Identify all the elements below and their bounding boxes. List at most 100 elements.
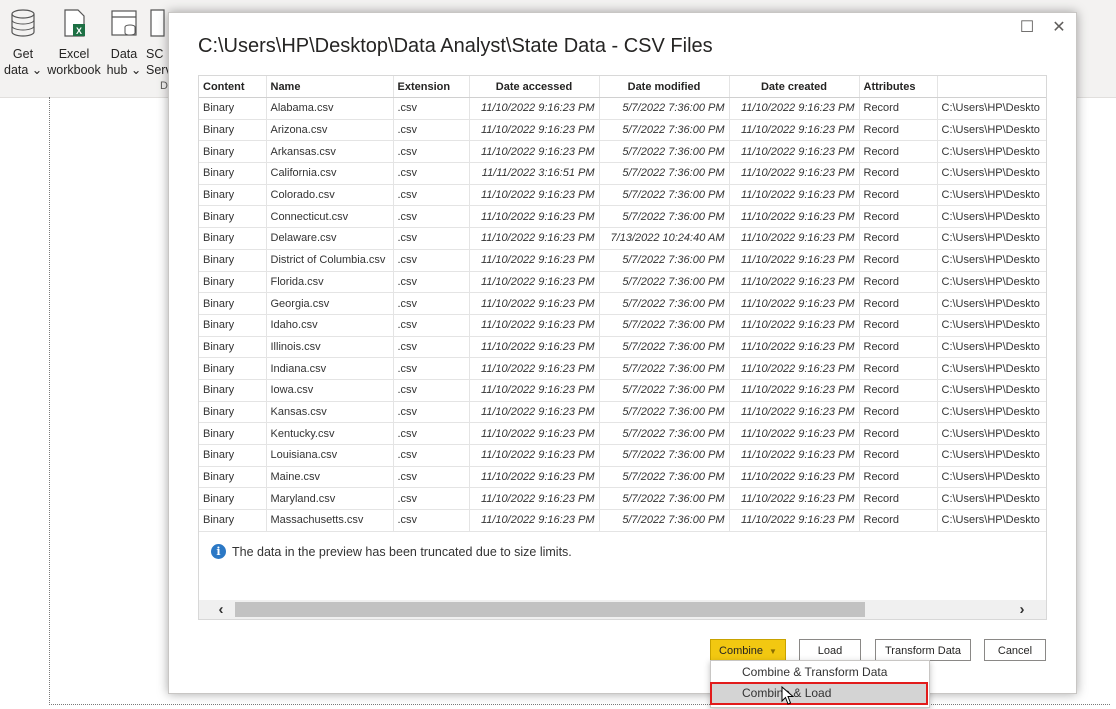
cell-folder-path: C:\Users\HP\Deskto (937, 205, 1046, 229)
file-preview-grid[interactable]: Content Name Extension Date accessed Date mo… (198, 75, 1047, 620)
table-row[interactable]: Binary Arizona.csv .csv 11/10/2022 9:16:23 … (199, 119, 1046, 142)
cell-date-created: 11/10/2022 9:16:23 PM (729, 205, 860, 229)
cell-content: Binary (199, 314, 267, 337)
cell-date-accessed: 11/10/2022 9:16:23 PM (469, 401, 600, 424)
menu-item-combine-transform[interactable]: Combine & Transform Data (711, 662, 927, 683)
chevron-down-icon: ▼ (769, 647, 777, 656)
column-header-folder-path[interactable] (937, 76, 1046, 98)
table-header-row: Content Name Extension Date accessed Date mo… (199, 76, 1046, 98)
cell-content: Binary (199, 336, 267, 359)
cell-date-accessed: 11/10/2022 9:16:23 PM (469, 444, 600, 467)
cell-content: Binary (199, 487, 267, 511)
cell-extension: .csv (393, 379, 470, 402)
cell-extension: .csv (393, 140, 470, 164)
cell-date-modified: 5/7/2022 7:36:00 PM (599, 444, 730, 467)
transform-data-button[interactable]: Transform Data (875, 639, 971, 661)
table-row[interactable]: Binary Maine.csv .csv 11/10/2022 9:16:23 PM… (199, 466, 1046, 489)
column-header-content[interactable]: Content (199, 76, 267, 98)
cell-date-accessed: 11/10/2022 9:16:23 PM (469, 379, 600, 402)
cell-date-created: 11/10/2022 9:16:23 PM (729, 401, 860, 424)
table-row[interactable]: Binary Indiana.csv .csv 11/10/2022 9:16:23 … (199, 357, 1046, 380)
scrollbar-thumb[interactable] (235, 602, 865, 617)
table-row[interactable]: Binary Colorado.csv .csv 11/10/2022 9:16:23… (199, 184, 1046, 207)
column-header-date-created[interactable]: Date created (729, 76, 860, 98)
scroll-right-icon[interactable]: › (1012, 600, 1032, 619)
table-row[interactable]: Binary Iowa.csv .csv 11/10/2022 9:16:23 PM 5… (199, 379, 1046, 402)
cell-content: Binary (199, 227, 267, 250)
table-row[interactable]: Binary District of Columbia.csv .csv 11/10/… (199, 249, 1046, 272)
cancel-button[interactable]: Cancel (984, 639, 1046, 661)
table-body: Binary Alabama.csv .csv 11/10/2022 9:16:23 … (199, 97, 1046, 532)
table-row[interactable]: Binary Connecticut.csv .csv 11/10/2022 9:16… (199, 205, 1046, 229)
data-hub-icon (111, 10, 137, 36)
combine-button[interactable]: Combine ▼ (710, 639, 786, 661)
table-row[interactable]: Binary Massachusetts.csv .csv 11/10/2022 9:… (199, 509, 1046, 532)
cell-name: Massachusetts.csv (266, 509, 394, 532)
cell-date-created: 11/10/2022 9:16:23 PM (729, 227, 860, 250)
table-row[interactable]: Binary Florida.csv .csv 11/10/2022 9:16:23 … (199, 271, 1046, 294)
cell-date-modified: 5/7/2022 7:36:00 PM (599, 422, 730, 445)
table-row[interactable]: Binary Georgia.csv .csv 11/10/2022 9:16:23 … (199, 292, 1046, 315)
column-header-attributes[interactable]: Attributes (859, 76, 938, 98)
column-header-date-accessed[interactable]: Date accessed (469, 76, 600, 98)
excel-label-2: workbook (47, 63, 101, 77)
cell-date-created: 11/10/2022 9:16:23 PM (729, 487, 860, 511)
info-icon: i (211, 544, 226, 559)
column-header-extension[interactable]: Extension (393, 76, 470, 98)
get-data-button[interactable]: Get data ⌄ (4, 8, 42, 78)
horizontal-scrollbar[interactable]: ‹ › (199, 600, 1046, 619)
cell-extension: .csv (393, 119, 470, 142)
ribbon-group-label: D (160, 80, 168, 92)
cell-content: Binary (199, 271, 267, 294)
cell-name: Arkansas.csv (266, 140, 394, 164)
cell-date-accessed: 11/10/2022 9:16:23 PM (469, 487, 600, 511)
cell-extension: .csv (393, 271, 470, 294)
table-row[interactable]: Binary Delaware.csv .csv 11/10/2022 9:16:23… (199, 227, 1046, 250)
cell-attributes: Record (859, 379, 938, 402)
cell-date-accessed: 11/10/2022 9:16:23 PM (469, 357, 600, 380)
table-row[interactable]: Binary Kentucky.csv .csv 11/10/2022 9:16:23… (199, 422, 1046, 445)
excel-workbook-button[interactable]: X Excel workbook (45, 8, 103, 78)
sql-server-icon (150, 9, 165, 37)
cell-extension: .csv (393, 401, 470, 424)
table-row[interactable]: Binary Idaho.csv .csv 11/10/2022 9:16:23 PM… (199, 314, 1046, 337)
cell-name: District of Columbia.csv (266, 249, 394, 272)
table-row[interactable]: Binary Alabama.csv .csv 11/10/2022 9:16:23 … (199, 97, 1046, 120)
cell-attributes: Record (859, 401, 938, 424)
scroll-left-icon[interactable]: ‹ (211, 600, 231, 619)
cell-name: Delaware.csv (266, 227, 394, 250)
column-header-name[interactable]: Name (266, 76, 394, 98)
cell-attributes: Record (859, 140, 938, 164)
table-row[interactable]: Binary California.csv .csv 11/11/2022 3:16:… (199, 162, 1046, 185)
column-header-date-modified[interactable]: Date modified (599, 76, 730, 98)
cell-date-created: 11/10/2022 9:16:23 PM (729, 97, 860, 120)
table-row[interactable]: Binary Illinois.csv .csv 11/10/2022 9:16:23… (199, 336, 1046, 359)
cell-date-accessed: 11/10/2022 9:16:23 PM (469, 314, 600, 337)
table-row[interactable]: Binary Arkansas.csv .csv 11/10/2022 9:16:23… (199, 140, 1046, 164)
cell-date-created: 11/10/2022 9:16:23 PM (729, 422, 860, 445)
cell-content: Binary (199, 466, 267, 489)
cell-date-created: 11/10/2022 9:16:23 PM (729, 119, 860, 142)
table-row[interactable]: Binary Louisiana.csv .csv 11/10/2022 9:16:2… (199, 444, 1046, 467)
cell-name: Kentucky.csv (266, 422, 394, 445)
maximize-icon[interactable]: ☐ (1017, 18, 1037, 38)
table-row[interactable]: Binary Kansas.csv .csv 11/10/2022 9:16:23 P… (199, 401, 1046, 424)
cell-date-created: 11/10/2022 9:16:23 PM (729, 444, 860, 467)
table-row[interactable]: Binary Maryland.csv .csv 11/10/2022 9:16:23… (199, 487, 1046, 511)
menu-item-combine-load[interactable]: Combine & Load (710, 682, 928, 705)
cell-name: Colorado.csv (266, 184, 394, 207)
cell-folder-path: C:\Users\HP\Deskto (937, 162, 1046, 185)
file-table: Content Name Extension Date accessed Date mo… (199, 76, 1046, 532)
cell-attributes: Record (859, 227, 938, 250)
data-hub-button[interactable]: Data hub ⌄ (105, 8, 143, 78)
dialog-title: C:\Users\HP\Desktop\Data Analyst\State D… (198, 35, 713, 57)
load-button[interactable]: Load (799, 639, 861, 661)
cell-attributes: Record (859, 509, 938, 532)
close-icon[interactable]: ✕ (1049, 18, 1069, 38)
cell-name: Maine.csv (266, 466, 394, 489)
cell-attributes: Record (859, 487, 938, 511)
cell-attributes: Record (859, 184, 938, 207)
cell-extension: .csv (393, 422, 470, 445)
cell-date-accessed: 11/10/2022 9:16:23 PM (469, 466, 600, 489)
cell-name: Kansas.csv (266, 401, 394, 424)
